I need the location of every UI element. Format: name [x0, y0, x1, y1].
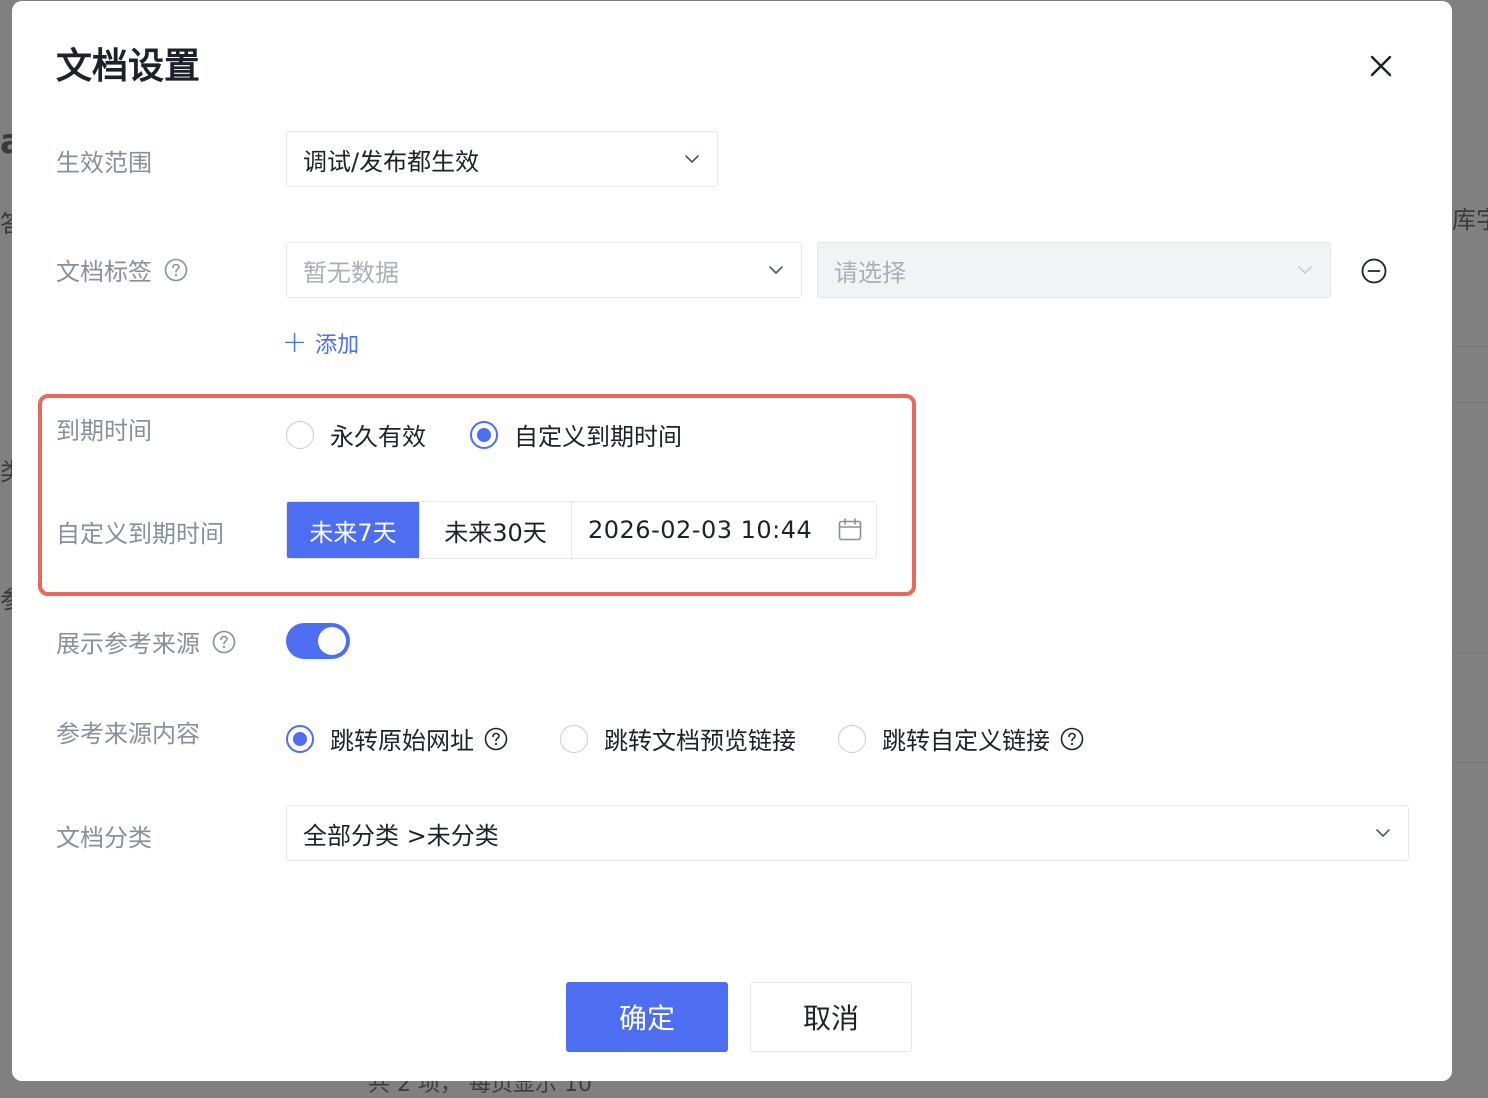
radio-custom-expiry-label: 自定义到期时间 [514, 423, 682, 451]
radio-circle [286, 420, 314, 449]
dialog-title: 文档设置 [56, 46, 201, 87]
category-select-value: 全部分类 >未分类 [303, 821, 499, 850]
radio-preview-link[interactable]: 跳转文档预览链接 [560, 721, 796, 756]
plus-icon: + [282, 325, 308, 360]
show-reference-label-text: 展示参考来源 [56, 630, 200, 658]
expiry-label: 到期时间 [56, 411, 152, 446]
toggle-knob [318, 627, 346, 655]
reference-content-label-text: 参考来源内容 [56, 720, 200, 748]
radio-permanent-label: 永久有效 [330, 423, 426, 451]
expiry-datetime-picker[interactable]: 2026-02-03 10:44 [572, 502, 876, 558]
radio-custom-link[interactable]: 跳转自定义链接 [838, 721, 1084, 756]
category-select[interactable]: 全部分类 >未分类 [286, 805, 1409, 861]
question-circle-icon[interactable] [164, 258, 188, 282]
reference-content-label: 参考来源内容 [56, 714, 200, 749]
background-divider [1452, 762, 1488, 763]
background-text: 库字 [1452, 206, 1488, 234]
chevron-down-icon [1374, 824, 1392, 842]
radio-custom-link-label: 跳转自定义链接 [882, 727, 1050, 755]
scope-select[interactable]: 调试/发布都生效 [286, 131, 718, 187]
cancel-button[interactable]: 取消 [750, 982, 912, 1052]
question-circle-icon[interactable] [212, 630, 236, 654]
expiry-datetime-value: 2026-02-03 10:44 [588, 516, 813, 544]
expiry-label-text: 到期时间 [56, 417, 152, 445]
scope-label-text: 生效范围 [56, 149, 152, 177]
preset-7-days-button[interactable]: 未来7天 [287, 502, 420, 558]
expiry-radio-group: 永久有效 自定义到期时间 [286, 417, 682, 452]
background-divider [1452, 652, 1488, 653]
tags-label: 文档标签 [56, 252, 188, 287]
document-settings-dialog: 文档设置 生效范围 调试/发布都生效 文档标签 暂无数据 请选择 + 添加 到期… [12, 1, 1452, 1081]
tag-name-placeholder: 暂无数据 [303, 258, 399, 287]
category-label-text: 文档分类 [56, 824, 152, 852]
calendar-icon [836, 516, 864, 544]
preset-30-days-button[interactable]: 未来30天 [420, 502, 572, 558]
expiry-preset-group: 未来7天 未来30天 2026-02-03 10:44 [286, 501, 877, 559]
radio-permanent[interactable]: 永久有效 [286, 417, 426, 452]
radio-circle [838, 724, 866, 753]
chevron-down-icon [767, 261, 785, 279]
radio-custom-expiry[interactable]: 自定义到期时间 [470, 417, 682, 452]
add-tag-button[interactable]: + 添加 [282, 327, 359, 359]
remove-tag-icon[interactable] [1360, 257, 1388, 285]
radio-original-url-label: 跳转原始网址 [330, 727, 474, 755]
tags-label-text: 文档标签 [56, 258, 152, 286]
tag-value-placeholder: 请选择 [834, 258, 906, 287]
radio-circle [560, 724, 588, 753]
show-reference-label: 展示参考来源 [56, 624, 236, 659]
question-circle-icon[interactable] [1060, 727, 1084, 751]
tag-name-select[interactable]: 暂无数据 [286, 242, 802, 298]
chevron-down-icon [1296, 261, 1314, 279]
reference-content-radio-group: 跳转原始网址 跳转文档预览链接 跳转自定义链接 [286, 721, 1084, 756]
tag-value-select: 请选择 [817, 242, 1331, 298]
add-tag-label: 添加 [315, 333, 360, 358]
question-circle-icon[interactable] [484, 727, 508, 751]
category-label: 文档分类 [56, 818, 152, 853]
radio-circle-selected [286, 724, 314, 753]
background-divider [1452, 346, 1488, 347]
radio-original-url[interactable]: 跳转原始网址 [286, 721, 508, 756]
scope-label: 生效范围 [56, 143, 152, 178]
radio-circle-selected [470, 420, 498, 449]
background-divider [1452, 402, 1488, 403]
close-icon[interactable] [1366, 51, 1396, 81]
scope-select-value: 调试/发布都生效 [303, 147, 480, 176]
custom-expiry-label: 自定义到期时间 [56, 514, 224, 549]
chevron-down-icon [683, 150, 701, 168]
confirm-button[interactable]: 确定 [566, 982, 728, 1052]
show-reference-toggle[interactable] [286, 623, 350, 659]
custom-expiry-label-text: 自定义到期时间 [56, 520, 224, 548]
radio-preview-link-label: 跳转文档预览链接 [604, 727, 796, 755]
